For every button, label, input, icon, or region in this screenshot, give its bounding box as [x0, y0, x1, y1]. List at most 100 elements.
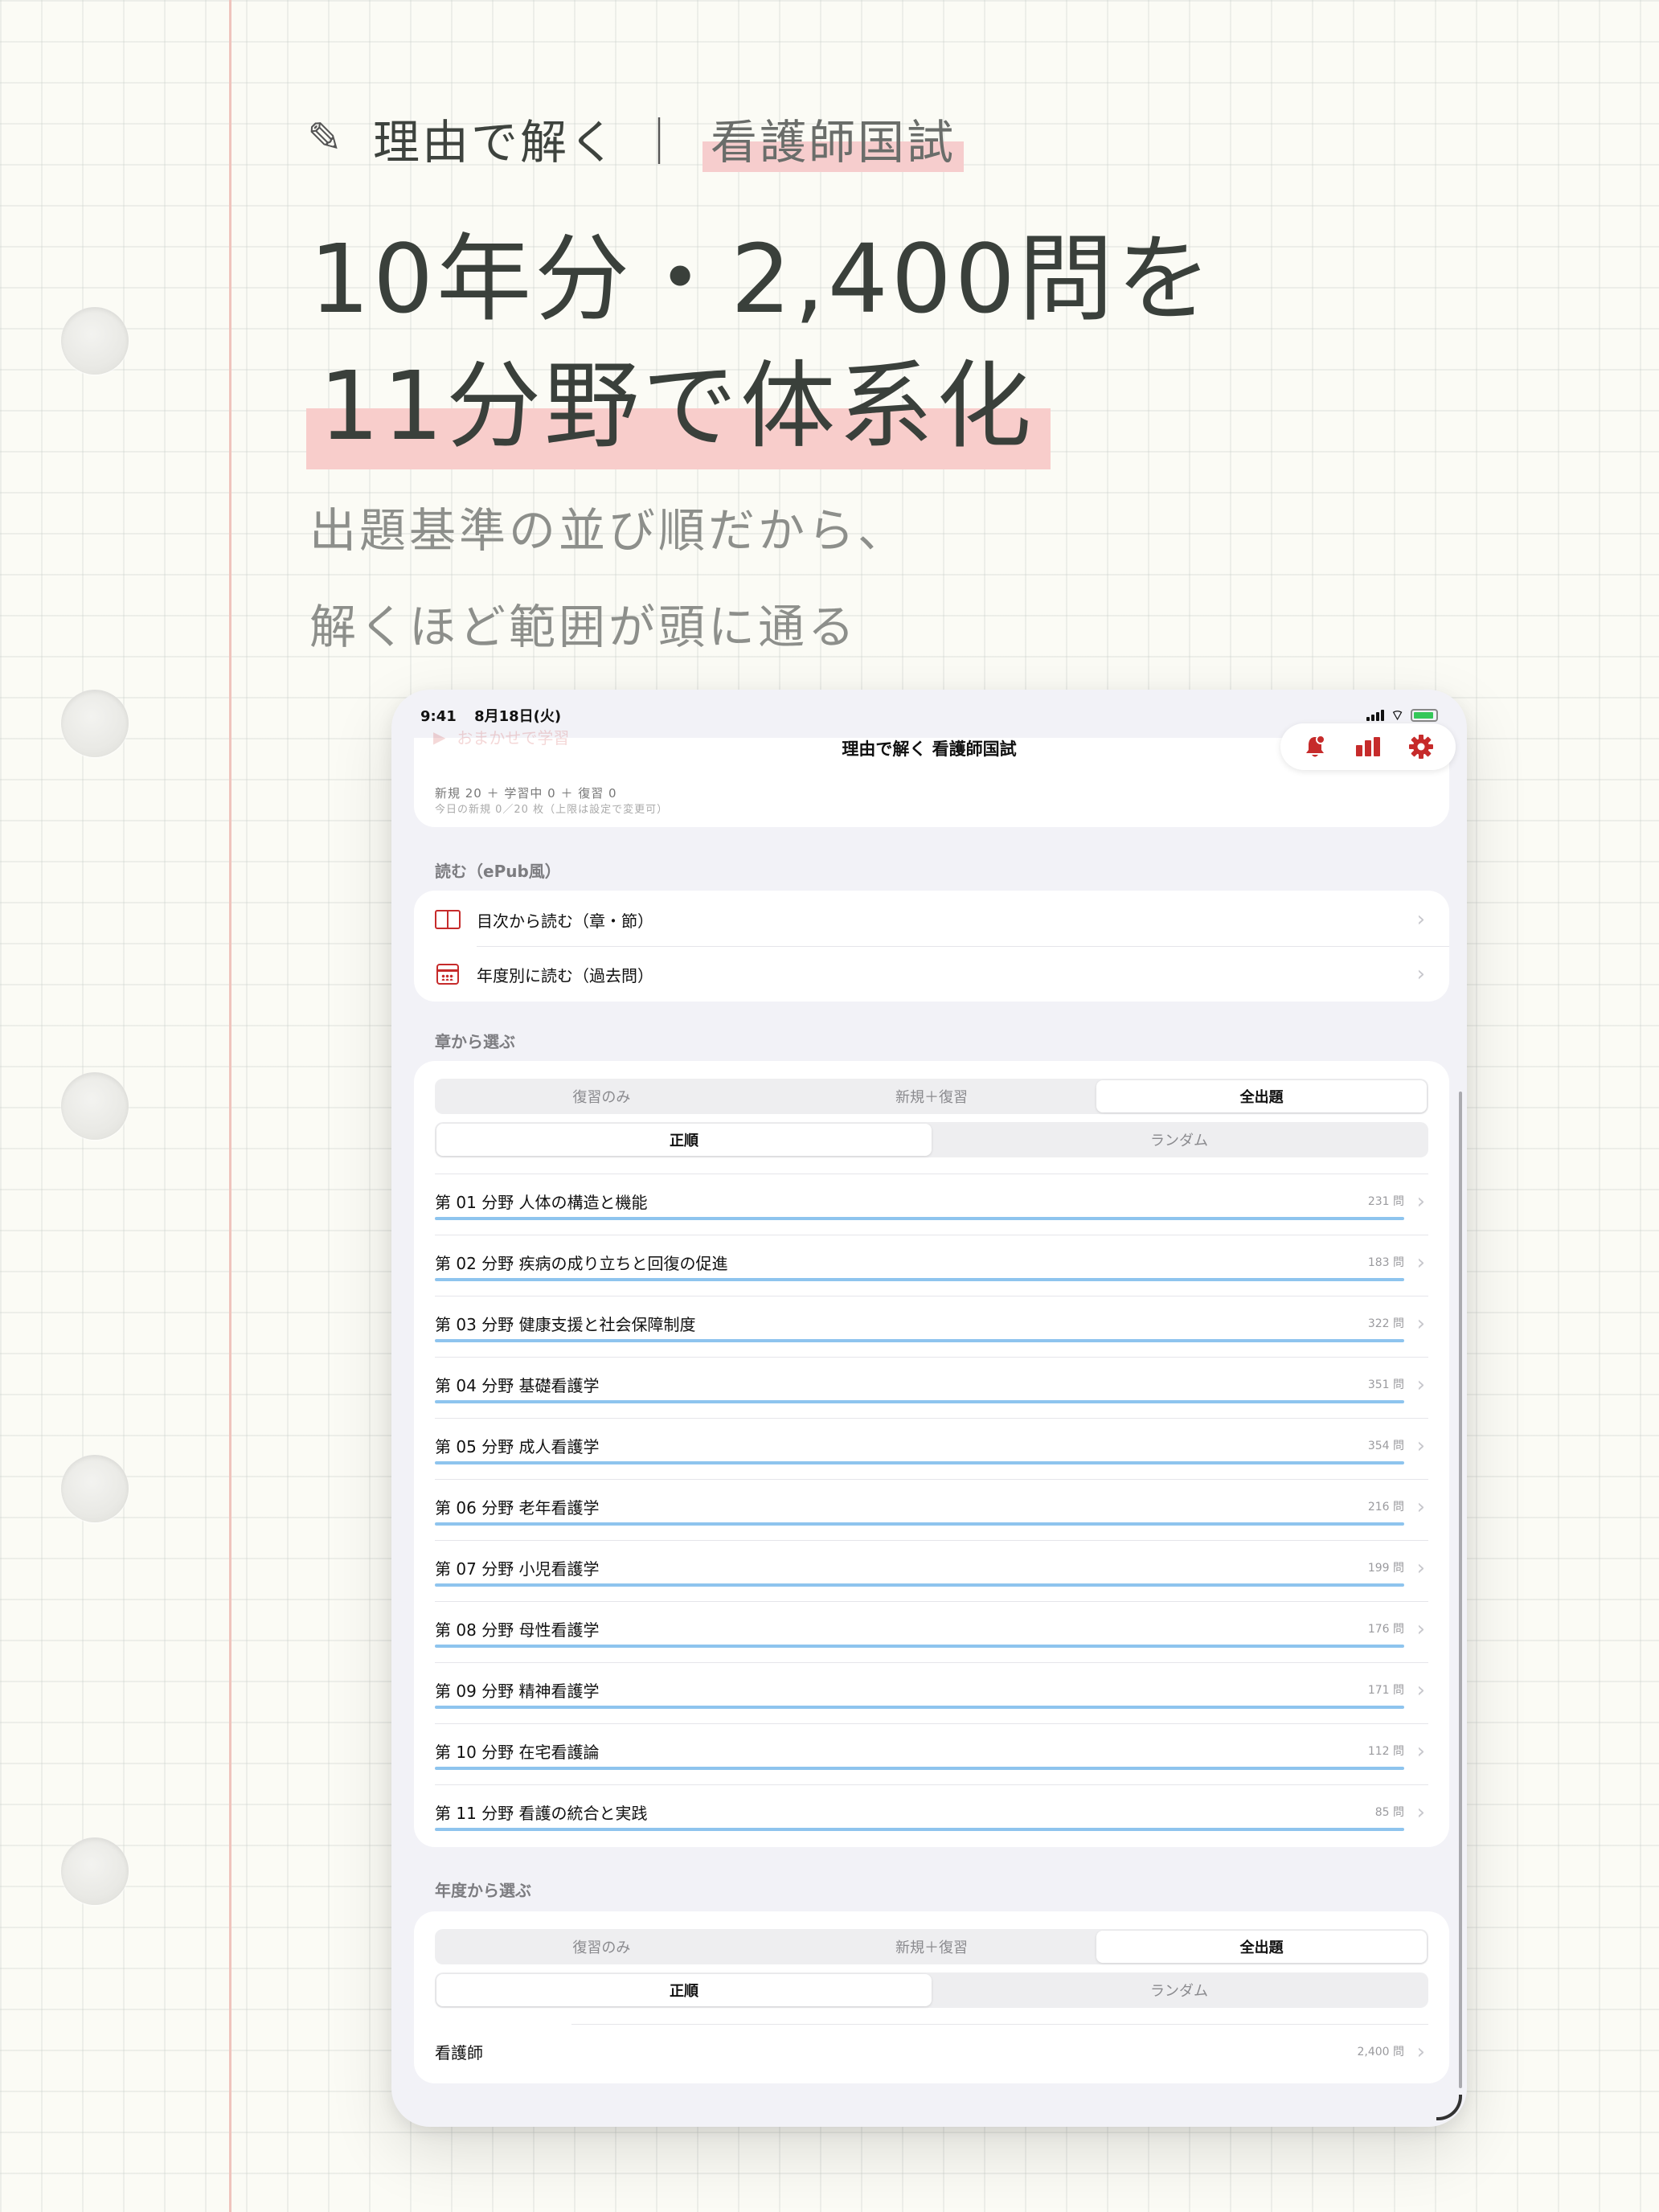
- chapter-count: 85 問: [1374, 1806, 1404, 1819]
- segment-all-questions[interactable]: 全出題: [1096, 1080, 1428, 1112]
- chapter-progress-bar: [435, 1583, 1404, 1587]
- chapter-row[interactable]: 第 10 分野 在宅看護論 112 問 ›: [414, 1723, 1449, 1784]
- year-mode-segmented-control: 復習のみ 新規＋復習 全出題: [435, 1929, 1428, 1964]
- chapter-count: 231 問: [1367, 1195, 1404, 1208]
- year-order-segmented-control: 正順 ランダム: [435, 1972, 1428, 2008]
- chapter-label: 第 06 分野 老年看護学: [435, 1498, 600, 1518]
- chapter-count: 199 問: [1367, 1562, 1404, 1575]
- chapter-progress-bar: [435, 1522, 1404, 1526]
- chapter-label: 第 10 分野 在宅看護論: [435, 1743, 600, 1762]
- chevron-right-icon: ›: [1416, 1434, 1425, 1458]
- chapter-row[interactable]: 第 07 分野 小児看護学 199 問 ›: [414, 1540, 1449, 1601]
- chevron-right-icon: ›: [1416, 1800, 1425, 1825]
- battery-icon: [1411, 709, 1438, 722]
- segment-sequential[interactable]: 正順: [436, 1974, 932, 2006]
- status-time: 9:41: [420, 708, 457, 725]
- read-by-toc-row[interactable]: 目次から読む（章・節） ›: [414, 892, 1449, 947]
- tagline-divider: ｜: [636, 115, 686, 170]
- chapter-row[interactable]: 第 02 分野 疾病の成り立ちと回復の促進 183 問 ›: [414, 1235, 1449, 1296]
- year-section-header: 年度から選ぶ: [435, 1881, 531, 1900]
- bell-badge-icon[interactable]: [1297, 729, 1333, 764]
- notebook-margin-line: [229, 0, 231, 2212]
- calendar-icon: [436, 964, 459, 985]
- chapter-row[interactable]: 第 05 分野 成人看護学 354 問 ›: [414, 1418, 1449, 1479]
- row-divider: [435, 1723, 1428, 1724]
- chevron-right-icon: ›: [1416, 907, 1425, 932]
- chapter-label: 第 02 分野 疾病の成り立ちと回復の促進: [435, 1254, 728, 1273]
- chapter-count: 354 問: [1367, 1440, 1404, 1452]
- chapter-progress-bar: [435, 1217, 1404, 1220]
- chevron-right-icon: ›: [1416, 2040, 1425, 2064]
- chapter-row[interactable]: 第 04 分野 基礎看護学 351 問 ›: [414, 1357, 1449, 1418]
- status-date: 8月18日(火): [474, 708, 562, 725]
- chevron-right-icon: ›: [1416, 1678, 1425, 1702]
- promo-tagline: ✎ 理由で解く ｜ 看護師国試: [307, 104, 965, 172]
- row-divider: [435, 1540, 1428, 1541]
- gear-icon[interactable]: [1403, 729, 1439, 764]
- study-stats: 新規 20 ＋ 学習中 0 ＋ 復習 0: [435, 786, 617, 801]
- binder-hole: [61, 1455, 129, 1522]
- segment-random[interactable]: ランダム: [932, 1124, 1427, 1156]
- chapter-progress-bar: [435, 1461, 1404, 1464]
- subcopy-line-1: 出題基準の並び順だから、: [309, 503, 908, 558]
- year-label: 看護師: [435, 2043, 483, 2062]
- year-row[interactable]: 看護師 2,400 問 ›: [414, 2024, 1449, 2085]
- row-divider: [435, 1418, 1428, 1419]
- chapter-progress-bar: [435, 1828, 1404, 1831]
- chapter-count: 216 問: [1367, 1501, 1404, 1514]
- chapter-section-header: 章から選ぶ: [435, 1032, 515, 1051]
- chapter-row[interactable]: 第 06 分野 老年看護学 216 問 ›: [414, 1479, 1449, 1540]
- row-divider: [435, 1601, 1428, 1602]
- row-divider: [435, 1357, 1428, 1358]
- chapter-progress-bar: [435, 1339, 1404, 1342]
- status-bar: 9:41 8月18日(火) ⌔: [420, 699, 1438, 731]
- segment-review-only[interactable]: 復習のみ: [436, 1931, 767, 1963]
- segment-review-only[interactable]: 復習のみ: [436, 1080, 767, 1112]
- chapter-label: 第 04 分野 基礎看護学: [435, 1376, 600, 1395]
- chevron-right-icon: ›: [1416, 1495, 1425, 1519]
- row-divider: [435, 1479, 1428, 1480]
- chevron-right-icon: ›: [1416, 1556, 1425, 1580]
- segment-random[interactable]: ランダム: [932, 1974, 1427, 2006]
- chapter-label: 第 07 分野 小児看護学: [435, 1559, 600, 1579]
- chapter-order-segmented-control: 正順 ランダム: [435, 1122, 1428, 1157]
- segment-all-questions[interactable]: 全出題: [1096, 1931, 1428, 1963]
- chart-bar-icon[interactable]: [1350, 729, 1386, 764]
- segment-new-and-review[interactable]: 新規＋復習: [767, 1931, 1097, 1963]
- chevron-right-icon: ›: [1416, 1251, 1425, 1275]
- tagline-right: 看護師国試: [703, 104, 965, 172]
- scroll-indicator[interactable]: [1459, 1092, 1462, 2088]
- chapter-progress-bar: [435, 1278, 1404, 1281]
- read-by-year-label: 年度別に読む（過去問）: [477, 965, 653, 985]
- row-divider: [435, 1662, 1428, 1663]
- chapter-count: 112 問: [1367, 1745, 1404, 1758]
- chapter-progress-bar: [435, 1645, 1404, 1648]
- chevron-right-icon: ›: [1416, 962, 1425, 986]
- chapter-count: 351 問: [1367, 1378, 1404, 1391]
- binder-hole: [61, 1072, 129, 1140]
- chapter-row[interactable]: 第 08 分野 母性看護学 176 問 ›: [414, 1601, 1449, 1662]
- read-section-header: 読む（ePub風）: [435, 862, 561, 881]
- chapter-count: 322 問: [1367, 1317, 1404, 1330]
- chevron-right-icon: ›: [1416, 1373, 1425, 1397]
- chapter-label: 第 03 分野 健康支援と社会保障制度: [435, 1315, 696, 1334]
- binder-hole: [61, 690, 129, 757]
- chapter-count: 183 問: [1367, 1256, 1404, 1269]
- chapter-count: 176 問: [1367, 1623, 1404, 1636]
- chapter-row[interactable]: 第 03 分野 健康支援と社会保障制度 322 問 ›: [414, 1296, 1449, 1357]
- read-by-year-row[interactable]: 年度別に読む（過去問） ›: [414, 947, 1449, 1002]
- chapter-row[interactable]: 第 01 分野 人体の構造と機能 231 問 ›: [414, 1174, 1449, 1235]
- chapter-label: 第 01 分野 人体の構造と機能: [435, 1193, 648, 1212]
- nav-toolbar: [1280, 723, 1456, 770]
- binder-hole: [61, 307, 129, 375]
- ipad-screen: 新規 20 ＋ 学習中 0 ＋ 復習 0 今日の新規 0／20 枚（上限は設定で…: [391, 690, 1467, 2127]
- cellular-signal-icon: [1366, 710, 1385, 721]
- segment-new-and-review[interactable]: 新規＋復習: [767, 1080, 1097, 1112]
- chapter-label: 第 09 分野 精神看護学: [435, 1682, 600, 1701]
- chapter-row[interactable]: 第 09 分野 精神看護学 171 問 ›: [414, 1662, 1449, 1723]
- segment-sequential[interactable]: 正順: [436, 1124, 932, 1156]
- year-count: 2,400 問: [1357, 2046, 1404, 2058]
- chevron-right-icon: ›: [1416, 1739, 1425, 1763]
- chapter-row[interactable]: 第 11 分野 看護の統合と実践 85 問 ›: [414, 1784, 1449, 1845]
- read-by-toc-label: 目次から読む（章・節）: [477, 911, 653, 931]
